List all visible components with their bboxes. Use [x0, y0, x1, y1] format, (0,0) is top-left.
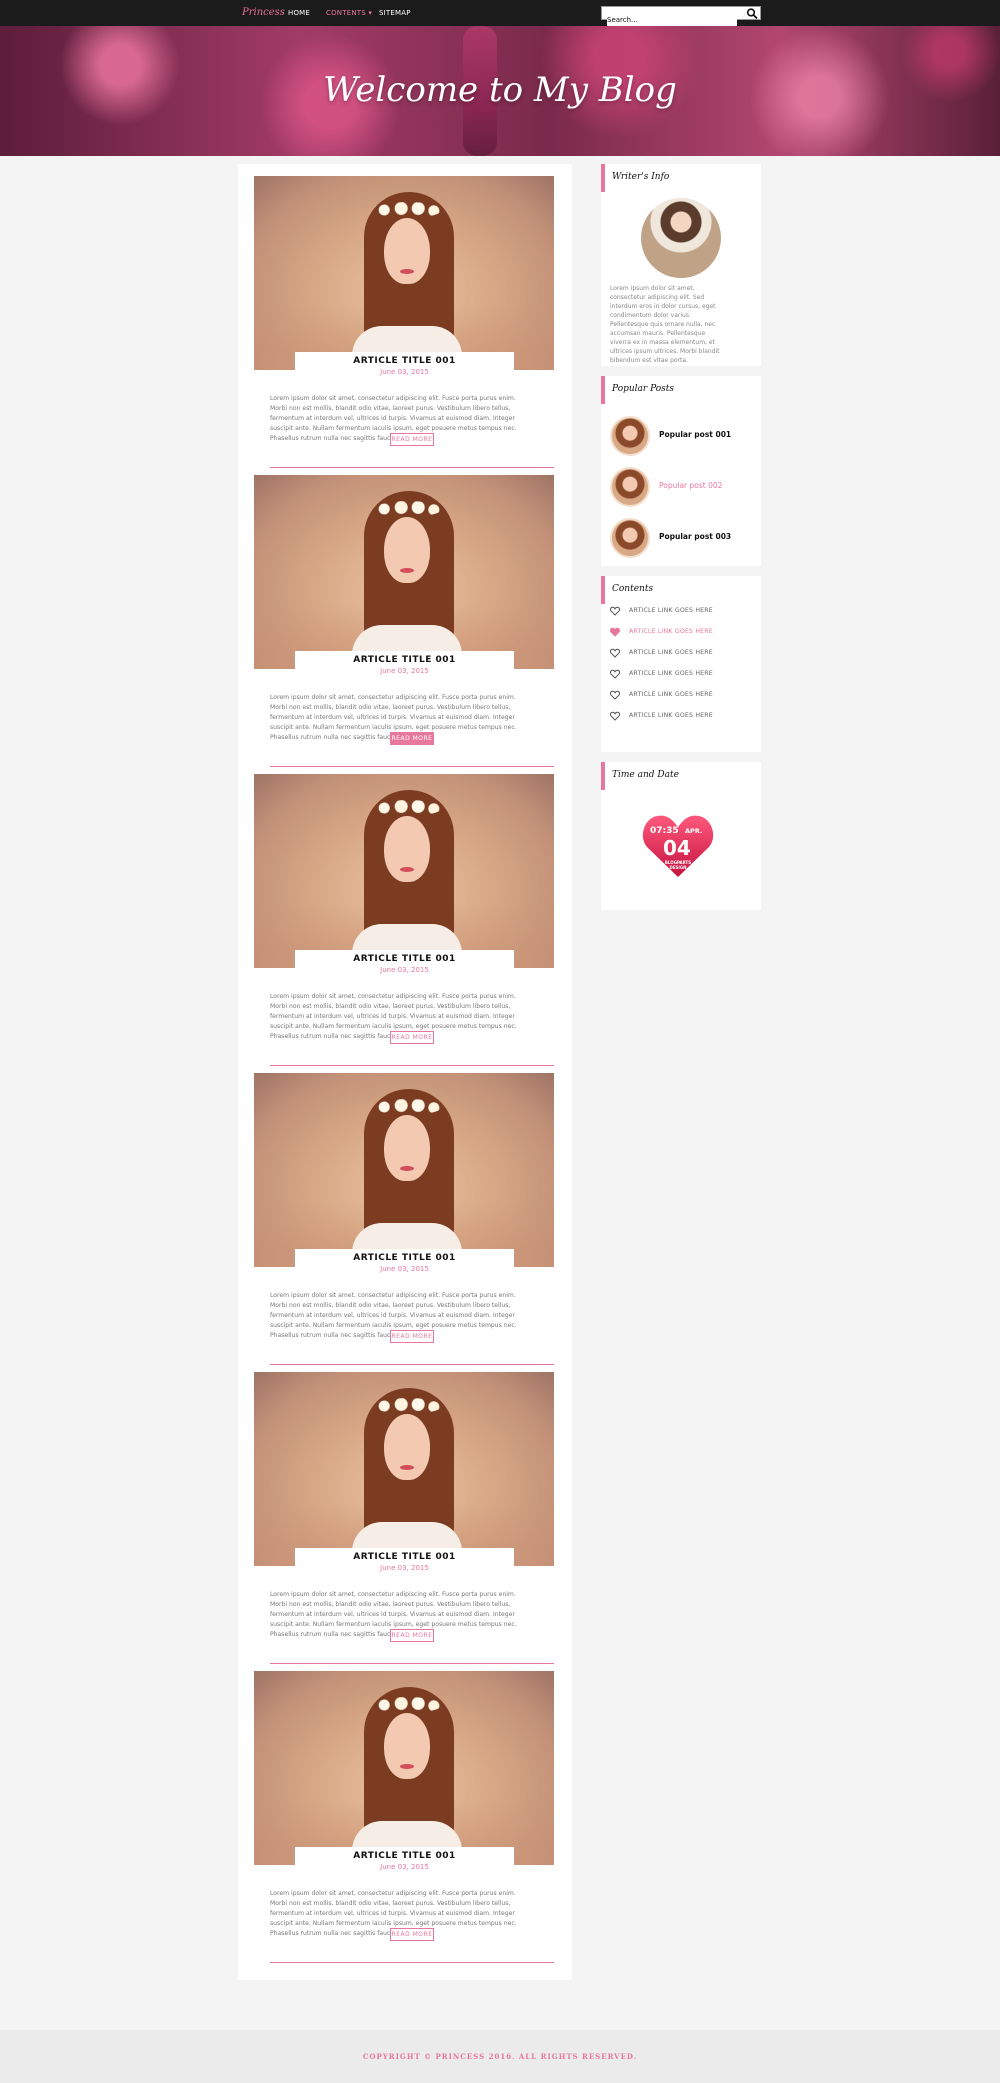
popular-post-item[interactable]: Popular post 001	[610, 416, 760, 458]
popular-posts-widget: Popular Posts Popular post 001 Popular p…	[601, 376, 761, 566]
post-card: ARTICLE TITLE 001 June 03, 2015 Lorem ip…	[254, 1073, 554, 1372]
clock-month: APR.	[685, 827, 703, 835]
clock-day: 04	[663, 836, 691, 860]
divider	[270, 1364, 554, 1365]
content-link[interactable]: ARTICLE LINK GOES HERE	[629, 649, 713, 656]
nav-sitemap[interactable]: SITEMAP	[379, 9, 411, 17]
hero-title: Welcome to My Blog	[323, 70, 677, 110]
heart-outline-icon	[610, 690, 620, 700]
heart-clock-widget: 07:35 APR. 04 BLOGPARTS DESIGN	[641, 812, 715, 880]
clock-credit: BLOGPARTS DESIGN	[664, 860, 692, 870]
popular-post-item[interactable]: Popular post 003	[610, 518, 760, 560]
footer: COPYRIGHT © PRINCESS 2016. ALL RIGHTS RE…	[0, 2030, 1000, 2083]
read-more-button[interactable]: READ MORE	[390, 1629, 434, 1642]
search-input[interactable]	[607, 14, 737, 26]
time-date-widget: Time and Date 07:35 APR. 04 BLOGPARTS DE…	[601, 762, 761, 910]
popular-post-thumbnail[interactable]	[610, 518, 650, 558]
post-image[interactable]	[254, 1372, 554, 1566]
read-more-button[interactable]: READ MORE	[390, 433, 434, 446]
post-date: June 03, 2015	[380, 368, 429, 376]
read-more-button[interactable]: READ MORE	[390, 1928, 434, 1941]
popular-post-title[interactable]: Popular post 002	[659, 481, 722, 490]
copyright-text: COPYRIGHT © PRINCESS 2016. ALL RIGHTS RE…	[362, 2052, 638, 2061]
divider	[270, 1663, 554, 1664]
post-card: ARTICLE TITLE 001 June 03, 2015 Lorem ip…	[254, 475, 554, 774]
writer-bio: Lorem ipsum dolor sit amet, consectetur …	[610, 285, 720, 364]
avatar	[641, 198, 721, 278]
post-title[interactable]: ARTICLE TITLE 001	[295, 954, 514, 964]
widget-title: Contents	[612, 584, 654, 594]
post-title[interactable]: ARTICLE TITLE 001	[295, 1552, 514, 1562]
nav-home[interactable]: HOME	[288, 9, 310, 17]
content-link-item[interactable]: ARTICLE LINK GOES HERE	[610, 711, 760, 723]
post-title[interactable]: ARTICLE TITLE 001	[295, 655, 514, 665]
divider	[270, 1065, 554, 1066]
heart-outline-icon	[610, 711, 620, 721]
content-link[interactable]: ARTICLE LINK GOES HERE	[629, 607, 713, 614]
content-link[interactable]: ARTICLE LINK GOES HERE	[629, 628, 713, 635]
widget-title: Time and Date	[612, 770, 679, 780]
popular-post-title[interactable]: Popular post 001	[659, 430, 731, 439]
nav-contents[interactable]: CONTENTS ▾	[326, 9, 372, 17]
post-title[interactable]: ARTICLE TITLE 001	[295, 1253, 514, 1263]
post-date: June 03, 2015	[380, 1564, 429, 1572]
site-brand[interactable]: Princess	[242, 7, 285, 18]
post-image[interactable]	[254, 176, 554, 370]
divider	[270, 1962, 554, 1963]
content-link-item[interactable]: ARTICLE LINK GOES HERE	[610, 606, 760, 618]
heart-outline-icon	[610, 669, 620, 679]
heart-outline-icon	[610, 606, 620, 616]
post-image[interactable]	[254, 1073, 554, 1267]
content-link[interactable]: ARTICLE LINK GOES HERE	[629, 691, 713, 698]
content-link[interactable]: ARTICLE LINK GOES HERE	[629, 712, 713, 719]
post-image[interactable]	[254, 774, 554, 968]
heart-filled-icon	[610, 627, 620, 637]
heart-outline-icon	[610, 648, 620, 658]
content-link-item[interactable]: ARTICLE LINK GOES HERE	[610, 690, 760, 702]
content-link[interactable]: ARTICLE LINK GOES HERE	[629, 670, 713, 677]
post-image[interactable]	[254, 475, 554, 669]
post-title[interactable]: ARTICLE TITLE 001	[295, 356, 514, 366]
post-card: ARTICLE TITLE 001 June 03, 2015 Lorem ip…	[254, 774, 554, 1073]
widget-title: Popular Posts	[612, 384, 675, 394]
widget-title: Writer's Info	[612, 172, 670, 182]
divider	[270, 467, 554, 468]
content-link-item[interactable]: ARTICLE LINK GOES HERE	[610, 669, 760, 681]
search-icon[interactable]	[746, 8, 758, 19]
post-date: June 03, 2015	[380, 1265, 429, 1273]
read-more-button[interactable]: READ MORE	[390, 1330, 434, 1343]
content-link-item[interactable]: ARTICLE LINK GOES HERE	[610, 648, 760, 660]
contents-widget: Contents ARTICLE LINK GOES HERE ARTICLE …	[601, 576, 761, 752]
post-card: ARTICLE TITLE 001 June 03, 2015 Lorem ip…	[254, 1372, 554, 1671]
post-date: June 03, 2015	[380, 1863, 429, 1871]
post-date: June 03, 2015	[380, 667, 429, 675]
popular-post-thumbnail[interactable]	[610, 416, 650, 456]
post-date: June 03, 2015	[380, 966, 429, 974]
popular-post-item[interactable]: Popular post 002	[610, 467, 760, 509]
posts-column: ARTICLE TITLE 001 June 03, 2015 Lorem ip…	[238, 164, 572, 1980]
divider	[270, 766, 554, 767]
popular-post-title[interactable]: Popular post 003	[659, 532, 731, 541]
content-link-item[interactable]: ARTICLE LINK GOES HERE	[610, 627, 760, 639]
top-navigation: Princess HOME CONTENTS ▾ SITEMAP	[0, 0, 1000, 26]
post-title[interactable]: ARTICLE TITLE 001	[295, 1851, 514, 1861]
popular-post-thumbnail[interactable]	[610, 467, 650, 507]
post-card: ARTICLE TITLE 001 June 03, 2015 Lorem ip…	[254, 1671, 554, 1970]
read-more-button[interactable]: READ MORE	[390, 732, 434, 745]
post-card: ARTICLE TITLE 001 June 03, 2015 Lorem ip…	[254, 176, 554, 475]
writers-info-widget: Writer's Info Lorem ipsum dolor sit amet…	[601, 164, 761, 366]
hero-banner: Welcome to My Blog	[0, 26, 1000, 156]
clock-time: 07:35	[650, 826, 679, 836]
search-box	[601, 6, 761, 26]
read-more-button[interactable]: READ MORE	[390, 1031, 434, 1044]
post-image[interactable]	[254, 1671, 554, 1865]
